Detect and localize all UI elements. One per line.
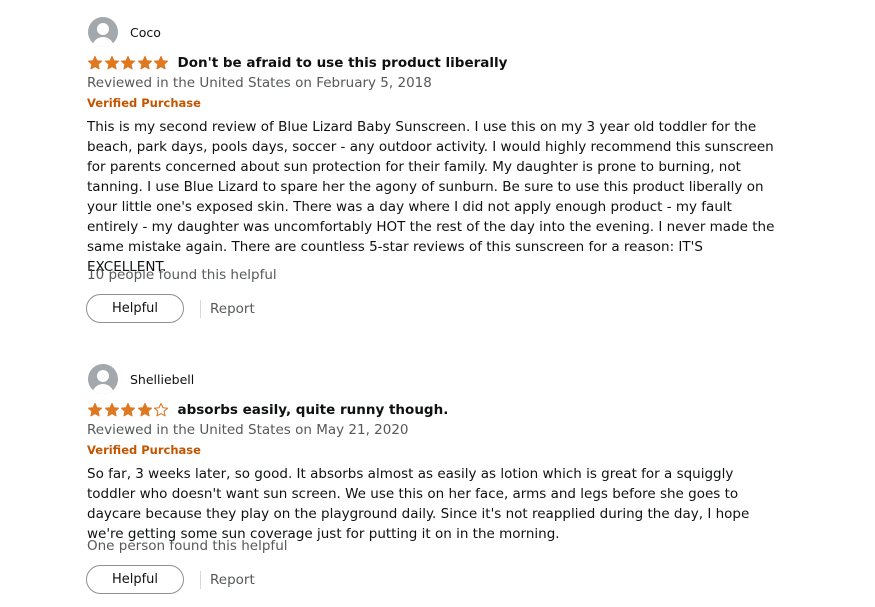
- star-empty-icon: [153, 402, 169, 417]
- star-filled-icon: [104, 402, 119, 417]
- star-filled-icon: [120, 402, 136, 417]
- review-title[interactable]: absorbs easily, quite runny though.: [178, 402, 449, 418]
- helpful-button[interactable]: Helpful: [86, 565, 184, 594]
- action-divider: [200, 570, 201, 589]
- star-filled-icon: [137, 55, 152, 70]
- report-link[interactable]: Report: [210, 572, 255, 588]
- review-body: This is my second review of Blue Lizard …: [87, 119, 775, 275]
- star-filled-icon: [153, 55, 169, 70]
- avatar-icon[interactable]: [88, 17, 118, 47]
- star-rating[interactable]: [87, 55, 170, 71]
- review-title[interactable]: Don't be afraid to use this product libe…: [178, 55, 508, 71]
- reviewer-profile[interactable]: Shelliebell: [88, 364, 194, 394]
- star-filled-icon: [104, 55, 119, 70]
- review-date: Reviewed in the United States on Februar…: [87, 75, 432, 91]
- helpful-button[interactable]: Helpful: [86, 294, 184, 323]
- reviewer-name[interactable]: Shelliebell: [130, 372, 194, 387]
- helpful-count: 10 people found this helpful: [87, 267, 277, 283]
- reviewer-name[interactable]: Coco: [130, 25, 161, 40]
- star-filled-icon: [87, 55, 103, 70]
- review-actions: Helpful Report: [86, 293, 255, 324]
- review-actions: Helpful Report: [86, 564, 255, 595]
- star-filled-icon: [137, 402, 152, 417]
- review-body: So far, 3 weeks later, so good. It absor…: [87, 466, 750, 542]
- review-date: Reviewed in the United States on May 21,…: [87, 422, 409, 438]
- helpful-count: One person found this helpful: [87, 538, 288, 554]
- action-divider: [200, 299, 201, 318]
- star-filled-icon: [87, 402, 103, 417]
- star-rating[interactable]: [87, 402, 170, 418]
- review-header: Don't be afraid to use this product libe…: [87, 53, 507, 73]
- report-link[interactable]: Report: [210, 301, 255, 317]
- avatar-icon[interactable]: [88, 364, 118, 394]
- reviewer-profile[interactable]: Coco: [88, 17, 161, 47]
- star-filled-icon: [120, 55, 136, 70]
- verified-purchase-badge[interactable]: Verified Purchase: [87, 95, 201, 111]
- review-header: absorbs easily, quite runny though.: [87, 400, 448, 420]
- verified-purchase-badge[interactable]: Verified Purchase: [87, 442, 201, 458]
